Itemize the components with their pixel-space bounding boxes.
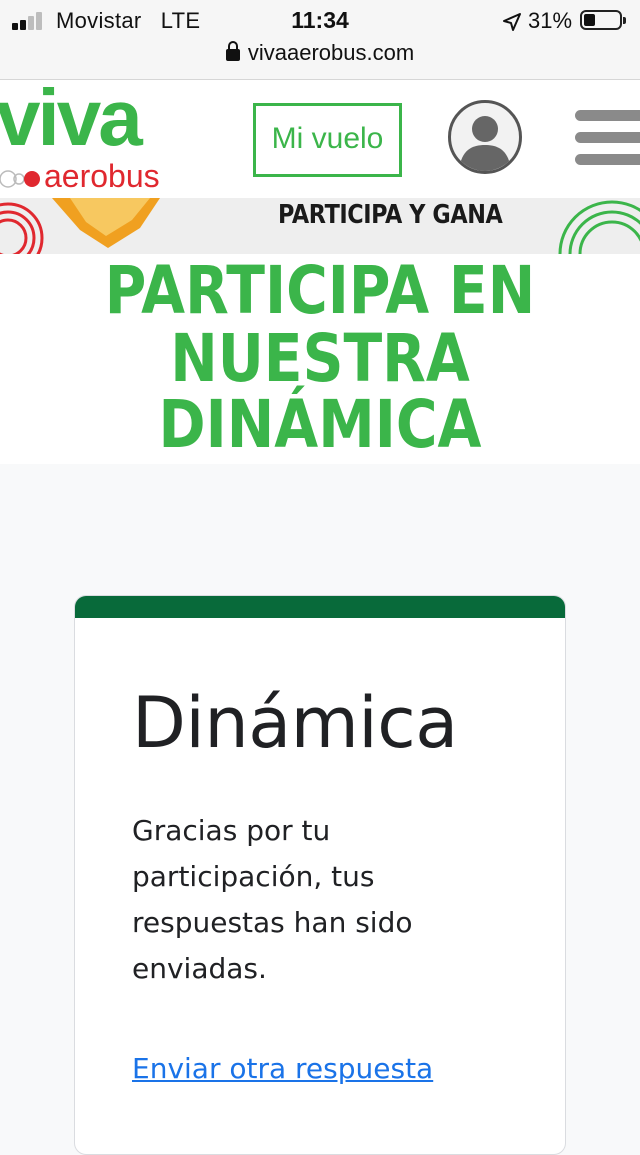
logo-aerobus[interactable]: aerobus [0, 160, 160, 192]
banner-text: PARTICIPA Y GANA [278, 200, 503, 230]
submit-another-response-link[interactable]: Enviar otra respuesta [132, 1052, 433, 1085]
form-confirmation-card: Dinámica Gracias por tu participación, t… [74, 595, 566, 1155]
url-text: vivaaerobus.com [247, 40, 415, 65]
logo-dots-icon [0, 169, 40, 188]
hamburger-menu-icon[interactable] [575, 110, 640, 166]
status-bar: Movistar LTE 11:34 31% vivaaerobus.com [0, 0, 640, 80]
address-bar[interactable]: vivaaerobus.com [0, 40, 640, 66]
location-arrow-icon [503, 13, 521, 31]
hero-title-line2: NUESTRA DINÁMICA [158, 320, 482, 463]
card-accent-bar [75, 596, 565, 618]
lock-icon [225, 41, 240, 61]
confirmation-message: Gracias por tu participación, tus respue… [132, 814, 413, 985]
logo-aerobus-text: aerobus [44, 158, 160, 194]
user-avatar-icon[interactable] [448, 100, 522, 174]
battery-percent: 31% [528, 8, 573, 33]
my-flight-button[interactable]: Mi vuelo [253, 103, 402, 177]
logo-viva[interactable]: viva [0, 78, 143, 158]
form-title: Dinámica [132, 682, 458, 764]
battery-icon [580, 10, 626, 30]
hero-title-line1: PARTICIPA EN [104, 252, 536, 329]
